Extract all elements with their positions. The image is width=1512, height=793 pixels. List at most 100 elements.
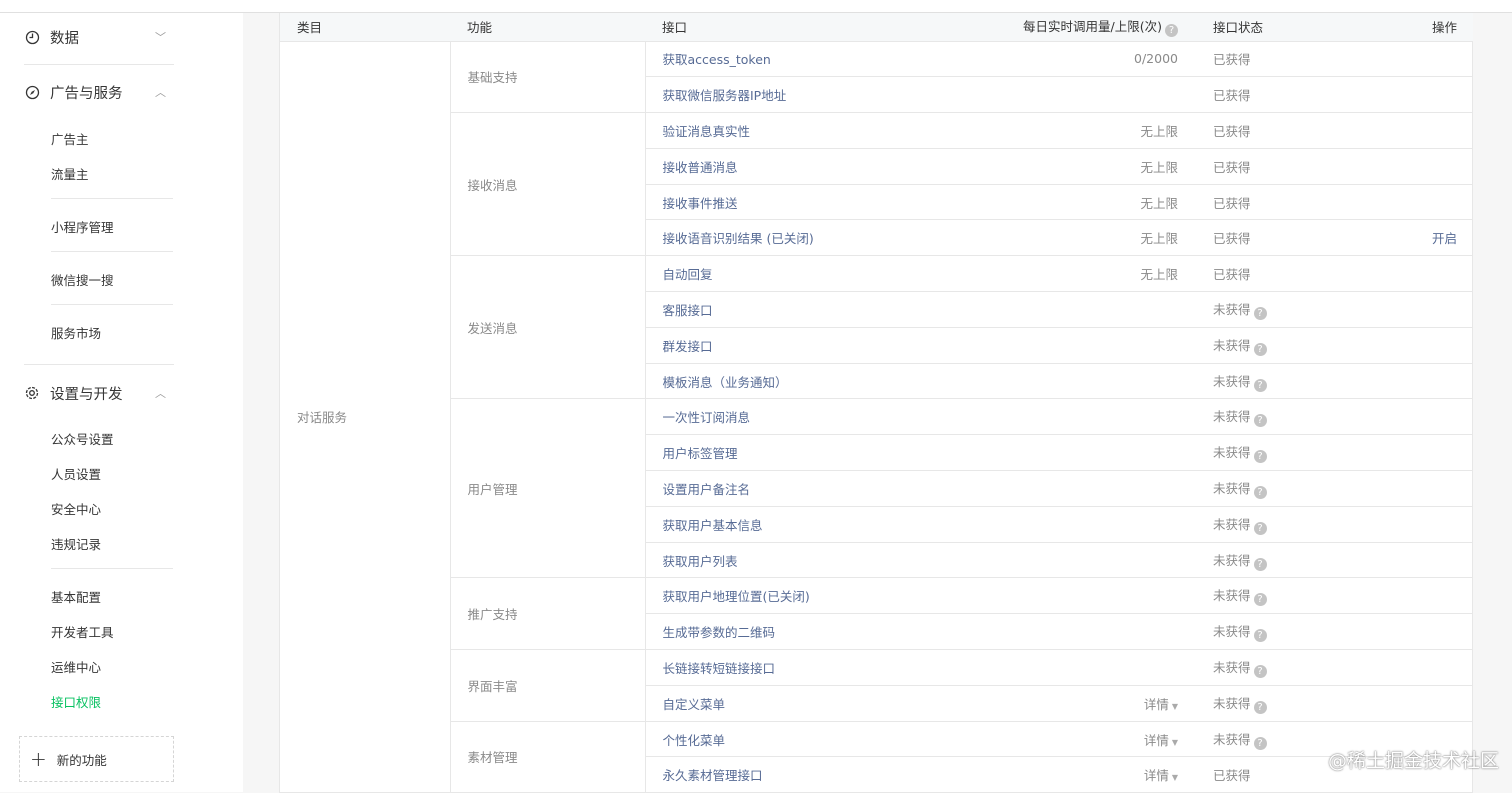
help-icon[interactable]: ? bbox=[1253, 593, 1267, 607]
nav-ads[interactable]: 广告与服务 ︿ bbox=[24, 65, 174, 119]
interface-name[interactable]: 生成带参数的二维码 bbox=[645, 613, 1023, 651]
nav-ops[interactable]: 运维中心 bbox=[51, 657, 101, 676]
table-row: 发送消息 自动回复 无上限 已获得 bbox=[280, 255, 1473, 400]
interface-name[interactable]: 群发接口 bbox=[645, 327, 1023, 364]
status-cell: 未获得? bbox=[1198, 291, 1373, 328]
status-cell: 未获得? bbox=[1198, 613, 1373, 651]
enable-link[interactable]: 开启 bbox=[1432, 231, 1457, 246]
status-cell: 已获得 bbox=[1198, 148, 1373, 185]
header-quota: 每日实时调用量/上限(次)? bbox=[1023, 13, 1198, 42]
interface-name[interactable]: 自定义菜单 bbox=[645, 685, 1023, 722]
chevron-up-icon: ︿ bbox=[155, 86, 166, 99]
status-cell: 已获得 bbox=[1198, 255, 1373, 293]
interface-name[interactable]: 模板消息（业务通知） bbox=[645, 363, 1023, 400]
header-status: 接口状态 bbox=[1198, 13, 1373, 42]
action-cell bbox=[1373, 434, 1473, 472]
help-icon[interactable]: ? bbox=[1253, 485, 1267, 499]
gear-icon bbox=[24, 385, 40, 401]
help-icon[interactable]: ? bbox=[1253, 414, 1267, 428]
interface-name[interactable]: 接收语音识别结果 (已关闭) bbox=[645, 219, 1023, 257]
table-row: 界面丰富 长链接转短链接接口 未获得? bbox=[280, 649, 1473, 722]
help-icon[interactable]: ? bbox=[1253, 664, 1267, 678]
help-icon[interactable]: ? bbox=[1253, 521, 1267, 535]
quota-value bbox=[1023, 577, 1198, 615]
action-cell bbox=[1373, 327, 1473, 364]
details-dropdown[interactable]: 详情 ▼ bbox=[1023, 685, 1198, 722]
interface-name[interactable]: 设置用户备注名 bbox=[645, 470, 1023, 507]
nav-violations[interactable]: 违规记录 bbox=[51, 534, 101, 553]
nav-settings[interactable]: 设置与开发 ︿ bbox=[24, 366, 174, 420]
quota-value: 无上限 bbox=[1023, 148, 1198, 185]
status-cell: 未获得? bbox=[1198, 363, 1373, 400]
watermark: @稀土掘金技术社区 bbox=[1328, 750, 1500, 772]
interface-name[interactable]: 获取用户基本信息 bbox=[645, 506, 1023, 543]
nav-people[interactable]: 人员设置 bbox=[51, 464, 101, 483]
interface-name[interactable]: 用户标签管理 bbox=[645, 434, 1023, 472]
nav-security[interactable]: 安全中心 bbox=[51, 499, 101, 518]
quota-value: 无上限 bbox=[1023, 112, 1198, 149]
status-cell: 未获得? bbox=[1198, 470, 1373, 507]
nav-basic-config[interactable]: 基本配置 bbox=[51, 587, 101, 606]
function-group: 基础支持 bbox=[450, 41, 646, 114]
interface-name[interactable]: 验证消息真实性 bbox=[645, 112, 1023, 149]
help-icon[interactable]: ? bbox=[1253, 700, 1267, 714]
quota-value: 无上限 bbox=[1023, 184, 1198, 221]
action-cell bbox=[1373, 649, 1473, 686]
interface-name[interactable]: 永久素材管理接口 bbox=[645, 756, 1023, 793]
interface-name[interactable]: 获取微信服务器IP地址 bbox=[645, 76, 1023, 114]
action-cell bbox=[1373, 577, 1473, 615]
function-group: 界面丰富 bbox=[450, 649, 646, 722]
action-cell bbox=[1373, 398, 1473, 436]
action-cell bbox=[1373, 291, 1473, 328]
new-feature-button[interactable]: + 新的功能 bbox=[19, 736, 174, 782]
help-icon[interactable]: ? bbox=[1253, 306, 1267, 320]
interface-name[interactable]: 获取access_token bbox=[645, 41, 1023, 78]
action-cell[interactable]: 开启 bbox=[1373, 219, 1473, 257]
header-category: 类目 bbox=[280, 13, 450, 42]
quota-value bbox=[1023, 327, 1198, 364]
nav-api-permissions[interactable]: 接口权限 bbox=[51, 692, 101, 711]
help-icon[interactable]: ? bbox=[1253, 378, 1267, 392]
help-icon[interactable]: ? bbox=[1253, 450, 1267, 464]
function-group: 发送消息 bbox=[450, 255, 646, 400]
interface-name[interactable]: 长链接转短链接接口 bbox=[645, 649, 1023, 686]
sidebar: 数据 ﹀ 广告与服务 ︿ 广告主 流量主 小程序管理 微信搜一搜 服务市场 设置与开… bbox=[0, 13, 243, 792]
nav-market[interactable]: 服务市场 bbox=[51, 323, 101, 342]
status-cell: 已获得 bbox=[1198, 76, 1373, 114]
interface-name[interactable]: 接收事件推送 bbox=[645, 184, 1023, 221]
nav-search[interactable]: 微信搜一搜 bbox=[51, 270, 114, 289]
action-cell bbox=[1373, 255, 1473, 293]
nav-devtools[interactable]: 开发者工具 bbox=[51, 622, 114, 641]
interface-name[interactable]: 获取用户列表 bbox=[645, 542, 1023, 579]
nav-account[interactable]: 公众号设置 bbox=[51, 429, 114, 448]
nav-label: 广告与服务 bbox=[50, 85, 123, 102]
action-cell bbox=[1373, 184, 1473, 221]
category-cell: 对话服务 bbox=[280, 41, 451, 793]
nav-advertiser[interactable]: 广告主 bbox=[51, 129, 89, 148]
quota-value: 无上限 bbox=[1023, 219, 1198, 257]
interface-name[interactable]: 自动回复 bbox=[645, 255, 1023, 293]
help-icon[interactable]: ? bbox=[1253, 736, 1267, 750]
action-cell bbox=[1373, 506, 1473, 543]
divider bbox=[51, 198, 173, 199]
interface-name[interactable]: 一次性订阅消息 bbox=[645, 398, 1023, 436]
nav-publisher[interactable]: 流量主 bbox=[51, 164, 89, 183]
interface-name[interactable]: 客服接口 bbox=[645, 291, 1023, 328]
details-dropdown[interactable]: 详情 ▼ bbox=[1023, 721, 1198, 758]
new-feature-label: 新的功能 bbox=[56, 752, 107, 768]
details-dropdown[interactable]: 详情 ▼ bbox=[1023, 756, 1198, 793]
help-icon[interactable]: ? bbox=[1165, 24, 1178, 38]
interface-name[interactable]: 接收普通消息 bbox=[645, 148, 1023, 185]
table-row: 对话服务 基础支持 获取access_token 0/2000 已获得 bbox=[280, 41, 1473, 793]
nav-data[interactable]: 数据 ﹀ bbox=[24, 10, 174, 64]
interface-name[interactable]: 获取用户地理位置(已关闭) bbox=[645, 577, 1023, 615]
help-icon[interactable]: ? bbox=[1253, 629, 1267, 643]
action-cell bbox=[1373, 685, 1473, 722]
nav-label: 设置与开发 bbox=[50, 386, 123, 403]
quota-value bbox=[1023, 363, 1198, 400]
help-icon[interactable]: ? bbox=[1253, 557, 1267, 571]
table-row: 推广支持 获取用户地理位置(已关闭) 未获得? bbox=[280, 577, 1473, 651]
nav-miniprogram[interactable]: 小程序管理 bbox=[51, 217, 114, 236]
help-icon[interactable]: ? bbox=[1253, 342, 1267, 356]
interface-name[interactable]: 个性化菜单 bbox=[645, 721, 1023, 758]
